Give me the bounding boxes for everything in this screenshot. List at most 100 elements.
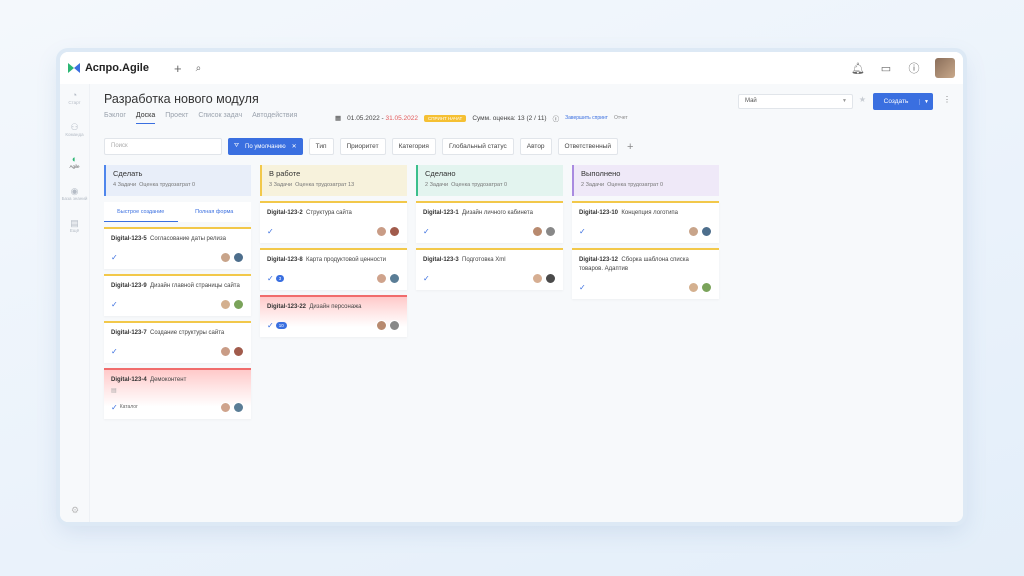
- task-card[interactable]: Digital-123-8 Карта продуктовой ценности…: [260, 248, 407, 290]
- avatar[interactable]: [233, 298, 244, 310]
- sidebar-item-3[interactable]: ◉ База знаний: [60, 186, 89, 212]
- quick-create-tab[interactable]: Быстрое создание: [104, 202, 178, 222]
- card-footer: ✓: [111, 345, 244, 357]
- avatar[interactable]: [532, 225, 543, 237]
- avatar[interactable]: [220, 251, 231, 263]
- avatar[interactable]: [688, 281, 699, 293]
- column-header: Сделать 4 Задачи Оценка трудозатрат 0: [104, 165, 251, 196]
- filter-assignee[interactable]: Ответственный: [557, 138, 618, 155]
- star-icon[interactable]: ★: [859, 95, 866, 104]
- avatar[interactable]: [233, 251, 244, 263]
- filter-icon: ⛛: [234, 143, 240, 149]
- sidebar-item-4[interactable]: ▤ Ещё: [60, 218, 89, 244]
- tab-bar: Бэклог Доска Проект Список задач Автодей…: [104, 112, 297, 124]
- user-avatar[interactable]: [935, 58, 955, 78]
- app-logo[interactable]: Аспро.Agile: [68, 62, 160, 74]
- avatar[interactable]: [220, 345, 231, 357]
- task-title: Digital-123-10 Концепция логотипа: [579, 210, 679, 216]
- task-card[interactable]: Digital-123-4 Демоконтент ▤ ✓ Каталог: [104, 368, 251, 419]
- filter-priority[interactable]: Приоритет: [339, 138, 386, 155]
- add-icon[interactable]: +: [174, 61, 182, 76]
- task-title: Digital-123-3 Подготовка Xml: [423, 257, 506, 263]
- avatar[interactable]: [389, 272, 400, 284]
- task-card[interactable]: Digital-123-10 Концепция логотипа ✓: [572, 201, 719, 243]
- card-footer: ✓: [423, 225, 556, 237]
- chevron-down-icon[interactable]: ▼: [919, 98, 933, 105]
- sprint-select[interactable]: Май ▼: [738, 94, 853, 109]
- search-icon[interactable]: ⌕: [196, 63, 202, 74]
- default-filter-chip[interactable]: ⛛ По умолчанию ✕: [228, 138, 303, 155]
- task-title: Digital-123-9 Дизайн главной страницы са…: [111, 283, 240, 289]
- task-card[interactable]: Digital-123-7 Создание структуры сайта ✓: [104, 321, 251, 363]
- avatar[interactable]: [220, 401, 231, 413]
- info-icon[interactable]: ⓘ: [553, 113, 560, 123]
- tab-project[interactable]: Проект: [165, 112, 188, 124]
- check-icon: ✓: [111, 402, 118, 412]
- task-title: Digital-123-4 Демоконтент: [111, 377, 187, 383]
- task-card[interactable]: Digital-123-22 Дизайн персонажа ✓ 10: [260, 295, 407, 337]
- finish-sprint-link[interactable]: Завершить спринт: [565, 115, 608, 121]
- task-card[interactable]: Digital-123-5 Согласование даты релиза ✓: [104, 227, 251, 269]
- avatar[interactable]: [220, 298, 231, 310]
- column-header: В работе 3 Задачи Оценка трудозатрат 13: [260, 165, 407, 196]
- avatar[interactable]: [701, 225, 712, 237]
- team-icon: ⚇: [70, 122, 79, 132]
- avatar[interactable]: [389, 225, 400, 237]
- avatar[interactable]: [233, 345, 244, 357]
- card-footer: ✓ 3: [267, 272, 400, 284]
- task-card[interactable]: Digital-123-9 Дизайн главной страницы са…: [104, 274, 251, 316]
- avatar[interactable]: [688, 225, 699, 237]
- card-avatars: [376, 225, 400, 237]
- subtask-count-badge: 3: [275, 274, 285, 282]
- tab-automations[interactable]: Автодействия: [252, 112, 297, 124]
- bell-icon[interactable]: 🔔︎: [851, 62, 865, 75]
- avatar[interactable]: [532, 272, 543, 284]
- tab-backlog[interactable]: Бэклог: [104, 112, 126, 124]
- sidebar-item-1[interactable]: ⚇ Команда: [60, 122, 89, 148]
- filter-type[interactable]: Тип: [308, 138, 334, 155]
- filter-author[interactable]: Автор: [519, 138, 552, 155]
- filter-global-status[interactable]: Глобальный статус: [441, 138, 514, 155]
- quick-create-bar: Быстрое создание Полная форма: [104, 202, 251, 222]
- create-button[interactable]: Создать ▼: [873, 93, 933, 110]
- more-menu-icon[interactable]: ⋮: [943, 95, 951, 104]
- tab-board[interactable]: Доска: [135, 112, 156, 124]
- filter-category[interactable]: Категория: [391, 138, 436, 155]
- column-meta: 2 Задачи Оценка трудозатрат 0: [425, 182, 508, 188]
- card-avatars: [376, 272, 400, 284]
- chat-icon[interactable]: ▭: [879, 62, 893, 75]
- board-column: Сделать 4 Задачи Оценка трудозатрат 0 Быст…: [104, 165, 251, 419]
- task-card[interactable]: Digital-123-2 Структура сайта ✓: [260, 201, 407, 243]
- task-card[interactable]: Digital-123-3 Подготовка Xml ✓: [416, 248, 563, 290]
- check-icon: ✓: [267, 320, 274, 330]
- avatar[interactable]: [376, 272, 387, 284]
- add-filter-icon[interactable]: +: [627, 141, 633, 153]
- card-footer: ✓: [267, 225, 400, 237]
- sidebar-item-label: Команда: [65, 132, 84, 137]
- avatar[interactable]: [545, 272, 556, 284]
- avatar[interactable]: [701, 281, 712, 293]
- avatar[interactable]: [545, 225, 556, 237]
- sidebar-item-0[interactable]: ◔ Старт: [60, 90, 89, 116]
- task-card[interactable]: Digital-123-12 Сборка шаблона списка тов…: [572, 248, 719, 299]
- knowledge-icon: ◉: [70, 186, 79, 196]
- help-icon[interactable]: ⓘ: [907, 60, 921, 76]
- card-footer: ✓ Каталог: [111, 401, 244, 413]
- column-title: Выполнено: [581, 169, 621, 178]
- sidebar-item-2[interactable]: ◐ Agile: [60, 154, 89, 180]
- avatar[interactable]: [376, 225, 387, 237]
- check-icon: ✓: [423, 273, 430, 283]
- report-link[interactable]: Отчет: [614, 115, 628, 121]
- settings-icon[interactable]: ⚙: [60, 505, 90, 516]
- card-footer: ✓: [111, 251, 244, 263]
- avatar[interactable]: [389, 319, 400, 331]
- search-input[interactable]: Поиск: [104, 138, 222, 155]
- close-icon[interactable]: ✕: [292, 143, 297, 150]
- avatar[interactable]: [233, 401, 244, 413]
- task-card[interactable]: Digital-123-1 Дизайн личного кабинета ✓: [416, 201, 563, 243]
- tab-task-list[interactable]: Список задач: [198, 112, 242, 124]
- avatar[interactable]: [376, 319, 387, 331]
- check-icon: ✓: [423, 226, 430, 236]
- full-form-tab[interactable]: Полная форма: [178, 202, 252, 222]
- task-title: Digital-123-7 Создание структуры сайта: [111, 330, 225, 336]
